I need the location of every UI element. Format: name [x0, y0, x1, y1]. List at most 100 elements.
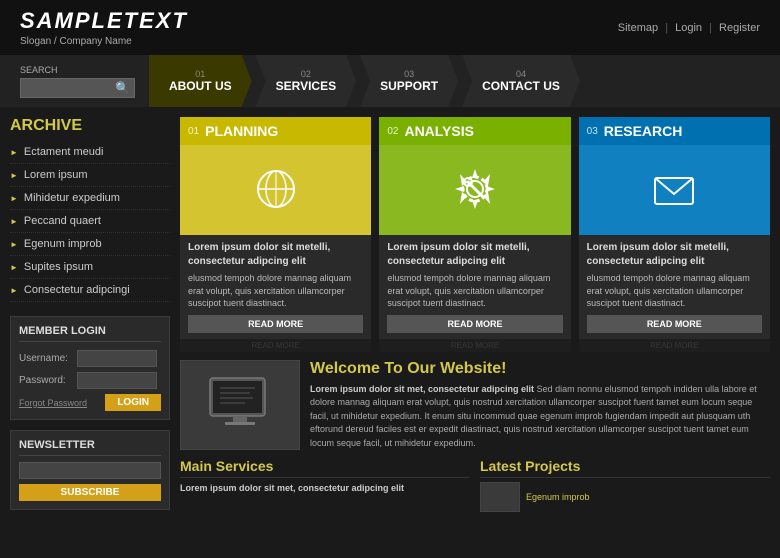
top-bar: SAMPLETEXT Slogan / Company Name Sitemap… — [0, 0, 780, 55]
card-title-1: PLANNING — [205, 123, 278, 139]
welcome-body-title: Lorem ipsum dolor sit met, consectetur a… — [310, 384, 534, 394]
card-num-2: 02 — [387, 126, 398, 137]
reflection-3: READ MORE — [579, 339, 770, 352]
nav-item-contact[interactable]: 04 CONTACT US — [462, 55, 580, 107]
nav-item-label-3: SUPPORT — [380, 79, 438, 93]
latest-projects-title: Latest Projects — [480, 458, 770, 478]
login-link[interactable]: Login — [675, 22, 702, 34]
reflection-2: READ MORE — [379, 339, 570, 352]
card-img-planning — [180, 145, 371, 235]
read-more-btn-1[interactable]: READ MORE — [188, 315, 363, 333]
logo-text: SAMPLETEXT — [20, 8, 188, 34]
main-services-section: Main Services Lorem ipsum dolor sit met,… — [180, 458, 470, 512]
monitor-icon — [205, 373, 275, 436]
password-field: Password: — [19, 372, 161, 389]
gear-icon — [450, 164, 500, 217]
sidebar: ARCHIVE ►Ectament meudi ►Lorem ipsum ►Mi… — [10, 117, 170, 512]
card-title-3: RESEARCH — [604, 123, 683, 139]
subscribe-button[interactable]: SUBSCRIBE — [19, 484, 161, 501]
sidebar-item-5[interactable]: ►Supites ipsum — [10, 256, 170, 279]
nav-item-about[interactable]: 01 ABOUT US — [149, 55, 252, 107]
card-header-analysis: 02 ANALYSIS — [379, 117, 570, 145]
sitemap-link[interactable]: Sitemap — [618, 22, 658, 34]
top-links: Sitemap | Login | Register — [618, 22, 760, 34]
sidebar-item-4[interactable]: ►Egenum improb — [10, 233, 170, 256]
username-label: Username: — [19, 353, 77, 364]
main-services-title: Main Services — [180, 458, 470, 478]
sidebar-item-3[interactable]: ►Peccand quaert — [10, 210, 170, 233]
bottom-row: Main Services Lorem ipsum dolor sit met,… — [180, 458, 770, 512]
welcome-section: Welcome To Our Website! Lorem ipsum dolo… — [180, 360, 770, 451]
welcome-body: Lorem ipsum dolor sit met, consectetur a… — [310, 383, 770, 451]
latest-item: Egenum improb — [480, 482, 770, 512]
main-services-text: Lorem ipsum dolor sit met, consectetur a… — [180, 482, 470, 495]
card-img-research — [579, 145, 770, 235]
nav-items: 01 ABOUT US 02 SERVICES 03 SUPPORT 04 CO… — [145, 55, 770, 107]
sidebar-menu: ►Ectament meudi ►Lorem ipsum ►Mihidetur … — [10, 141, 170, 302]
password-input[interactable] — [77, 372, 157, 389]
card-header-planning: 01 PLANNING — [180, 117, 371, 145]
card-num-1: 01 — [188, 126, 199, 137]
welcome-text: Welcome To Our Website! Lorem ipsum dolo… — [310, 360, 770, 451]
arrow-icon-5: ► — [10, 263, 18, 272]
search-icon[interactable]: 🔍 — [115, 81, 130, 95]
content-area: 01 PLANNING Lorem ipsum dolor sit me — [180, 117, 770, 512]
username-input[interactable] — [77, 350, 157, 367]
sidebar-item-6[interactable]: ►Consectetur adipcingi — [10, 279, 170, 302]
sidebar-item-0[interactable]: ►Ectament meudi — [10, 141, 170, 164]
card-body-title-1: Lorem ipsum dolor sit metelli, consectet… — [188, 241, 363, 269]
nav-item-support[interactable]: 03 SUPPORT — [360, 55, 458, 107]
nav-item-num-4: 04 — [516, 69, 526, 79]
newsletter-input[interactable] — [19, 462, 161, 479]
newsletter-title: NEWSLETTER — [19, 439, 161, 456]
read-more-btn-3[interactable]: READ MORE — [587, 315, 762, 333]
card-body-text-3: elusmod tempoh dolore mannag aliquam era… — [587, 273, 750, 308]
card-analysis: 02 ANALYSIS — [379, 117, 570, 352]
reflection-1: READ MORE — [180, 339, 371, 352]
nav-item-num-1: 01 — [195, 69, 205, 79]
nav-item-label-4: CONTACT US — [482, 79, 560, 93]
nav-item-label-1: ABOUT US — [169, 79, 232, 93]
read-more-btn-2[interactable]: READ MORE — [387, 315, 562, 333]
card-body-title-2: Lorem ipsum dolor sit metelli, consectet… — [387, 241, 562, 269]
arrow-icon-3: ► — [10, 217, 18, 226]
search-box: SEARCH 🔍 — [10, 55, 145, 107]
latest-item-text: Egenum improb — [526, 492, 590, 502]
card-header-research: 03 RESEARCH — [579, 117, 770, 145]
latest-projects-section: Latest Projects Egenum improb — [480, 458, 770, 512]
newsletter-box: NEWSLETTER SUBSCRIBE — [10, 430, 170, 510]
nav-bar: SEARCH 🔍 01 ABOUT US 02 SERVICES 03 SUPP… — [0, 55, 780, 107]
sidebar-item-1[interactable]: ►Lorem ipsum — [10, 164, 170, 187]
card-body-planning: Lorem ipsum dolor sit metelli, consectet… — [180, 235, 371, 339]
archive-title: ARCHIVE — [10, 117, 170, 135]
card-body-text-2: elusmod tempoh dolore mannag aliquam era… — [387, 273, 550, 308]
card-num-3: 03 — [587, 126, 598, 137]
nav-item-services[interactable]: 02 SERVICES — [256, 55, 356, 107]
nav-item-num-2: 02 — [301, 69, 311, 79]
mail-icon — [649, 164, 699, 217]
search-input-wrap[interactable]: 🔍 — [20, 78, 135, 98]
password-label: Password: — [19, 375, 77, 386]
card-body-title-3: Lorem ipsum dolor sit metelli, consectet… — [587, 241, 762, 269]
search-input[interactable] — [25, 82, 115, 93]
card-body-text-1: elusmod tempoh dolore mannag aliquam era… — [188, 273, 351, 308]
cards-row: 01 PLANNING Lorem ipsum dolor sit me — [180, 117, 770, 352]
card-planning: 01 PLANNING Lorem ipsum dolor sit me — [180, 117, 371, 352]
main-services-body-title: Lorem ipsum dolor sit met, consectetur a… — [180, 482, 470, 495]
card-img-analysis — [379, 145, 570, 235]
arrow-icon-0: ► — [10, 148, 18, 157]
login-box: MEMBER LOGIN Username: Password: Forgot … — [10, 316, 170, 420]
card-research: 03 RESEARCH Lorem ipsum dolor sit metell… — [579, 117, 770, 352]
welcome-image — [180, 360, 300, 450]
search-label: SEARCH — [20, 65, 135, 75]
welcome-title: Welcome To Our Website! — [310, 360, 770, 378]
arrow-icon-6: ► — [10, 286, 18, 295]
login-button[interactable]: LOGIN — [105, 394, 161, 411]
nav-item-label-2: SERVICES — [276, 79, 336, 93]
login-bottom: Forgot Password LOGIN — [19, 394, 161, 411]
arrow-icon-2: ► — [10, 194, 18, 203]
forgot-password-link[interactable]: Forgot Password — [19, 398, 87, 408]
sidebar-item-2[interactable]: ►Mihidetur expedium — [10, 187, 170, 210]
slogan: Slogan / Company Name — [20, 36, 188, 47]
register-link[interactable]: Register — [719, 22, 760, 34]
